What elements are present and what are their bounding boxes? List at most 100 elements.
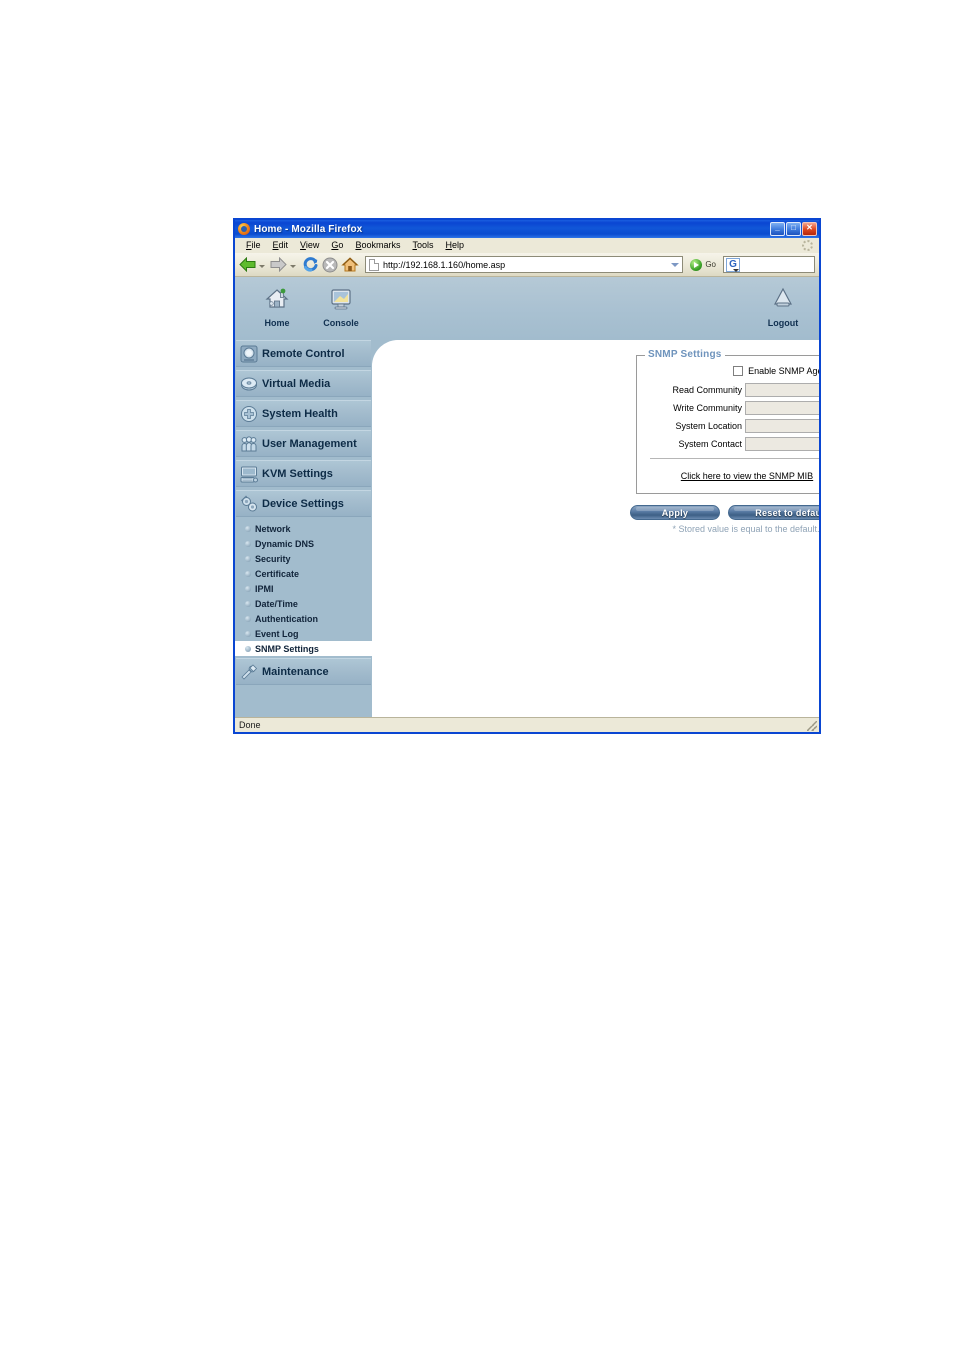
status-text: Done bbox=[239, 720, 261, 730]
menu-item-help[interactable]: Help bbox=[439, 238, 470, 253]
menu-item-edit[interactable]: Edit bbox=[267, 238, 295, 253]
banner-console-button[interactable]: Console bbox=[313, 287, 369, 328]
reset-to-defaults-button[interactable]: Reset to defaults bbox=[728, 505, 819, 520]
house-icon bbox=[341, 257, 359, 272]
tools-icon bbox=[239, 662, 258, 681]
menu-item-tools[interactable]: Tools bbox=[406, 238, 439, 253]
url-bar[interactable]: http://192.168.1.160/home.asp bbox=[365, 256, 684, 273]
sidebar-item-device-settings[interactable]: Device Settings bbox=[236, 490, 371, 517]
form-button-row: Apply Reset to defaults bbox=[630, 505, 819, 520]
go-label: Go bbox=[705, 260, 716, 269]
maximize-button[interactable]: □ bbox=[786, 222, 801, 236]
sidebar-sub-label: SNMP Settings bbox=[255, 643, 319, 654]
sidebar-item-kvm-settings[interactable]: KVM Settings bbox=[236, 460, 371, 487]
url-dropdown-button[interactable] bbox=[668, 257, 682, 272]
snmp-panel-legend: SNMP Settings bbox=[645, 349, 725, 360]
system-contact-input[interactable] bbox=[745, 437, 819, 451]
back-dropdown-icon[interactable] bbox=[259, 265, 265, 268]
bullet-icon bbox=[245, 555, 251, 562]
bullet-icon bbox=[245, 525, 251, 532]
sidebar-sub-label: Network bbox=[255, 523, 291, 534]
sidebar-item-security[interactable]: Security bbox=[235, 551, 372, 566]
resize-grip-icon[interactable] bbox=[807, 721, 817, 731]
sidebar-item-virtual-media[interactable]: Virtual Media bbox=[236, 370, 371, 397]
snmp-settings-panel: SNMP Settings Enable SNMP Agent * Read C… bbox=[636, 349, 819, 494]
title-bar: Home - Mozilla Firefox _ □ ✕ bbox=[235, 220, 819, 238]
close-button[interactable]: ✕ bbox=[802, 222, 817, 236]
mib-link-row: Click here to view the SNMP MIB bbox=[646, 466, 819, 484]
bullet-icon bbox=[245, 540, 251, 547]
back-button[interactable] bbox=[239, 256, 256, 273]
sidebar-item-remote-control[interactable]: Remote Control bbox=[236, 340, 371, 367]
menu-label: ile bbox=[251, 240, 261, 250]
menu-item-go[interactable]: Go bbox=[325, 238, 349, 253]
sidebar-item-date-time[interactable]: Date/Time bbox=[235, 596, 372, 611]
sidebar-sub-label: Authentication bbox=[255, 613, 318, 624]
menu-item-file[interactable]: File bbox=[240, 238, 267, 253]
users-icon bbox=[239, 434, 258, 453]
sidebar-item-network[interactable]: Network bbox=[235, 521, 372, 536]
sidebar-item-ipmi[interactable]: IPMI bbox=[235, 581, 372, 596]
system-contact-label: System Contact bbox=[678, 439, 742, 449]
sidebar-item-system-health[interactable]: System Health bbox=[236, 400, 371, 427]
go-button[interactable]: Go bbox=[687, 258, 719, 271]
panel-divider bbox=[650, 458, 819, 459]
banner-logout-button[interactable]: Logout bbox=[755, 287, 811, 328]
sidebar-item-dynamic-dns[interactable]: Dynamic DNS bbox=[235, 536, 372, 551]
menu-label: o bbox=[338, 240, 344, 250]
menu-label: dit bbox=[278, 240, 289, 250]
status-bar: Done bbox=[235, 717, 819, 732]
stored-value-note: * Stored value is equal to the default. bbox=[672, 524, 819, 534]
banner-console-label: Console bbox=[323, 318, 359, 328]
chevron-down-icon bbox=[671, 262, 680, 267]
field-row-system-location: System Location * bbox=[646, 419, 819, 433]
menu-item-bookmarks[interactable]: Bookmarks bbox=[349, 238, 406, 253]
forward-dropdown-icon[interactable] bbox=[290, 265, 296, 268]
remote-control-icon bbox=[239, 344, 258, 363]
enable-snmp-checkbox[interactable] bbox=[733, 366, 744, 376]
reload-button[interactable] bbox=[301, 256, 319, 274]
write-community-input[interactable] bbox=[745, 401, 819, 415]
forward-arrow-icon bbox=[270, 257, 287, 272]
bullet-icon bbox=[245, 570, 251, 577]
sidebar-item-maintenance[interactable]: Maintenance bbox=[236, 658, 371, 685]
read-community-input[interactable] bbox=[745, 383, 819, 397]
bullet-icon bbox=[245, 585, 251, 592]
sidebar-item-authentication[interactable]: Authentication bbox=[235, 611, 372, 626]
snmp-mib-link[interactable]: Click here to view the SNMP MIB bbox=[681, 471, 813, 481]
banner-home-button[interactable]: Home bbox=[249, 287, 305, 328]
menu-label: elp bbox=[451, 240, 464, 250]
maximize-icon: □ bbox=[791, 223, 796, 232]
menu-label: ookmarks bbox=[361, 240, 401, 250]
url-text[interactable]: http://192.168.1.160/home.asp bbox=[383, 260, 668, 270]
apply-button[interactable]: Apply bbox=[630, 505, 720, 520]
sidebar-sub-label: Event Log bbox=[255, 628, 299, 639]
house-icon bbox=[265, 288, 289, 308]
menu-label: ools bbox=[416, 240, 434, 250]
bullet-icon bbox=[245, 630, 251, 637]
search-bar[interactable]: G bbox=[723, 256, 815, 273]
search-engine-icon[interactable]: G bbox=[726, 257, 740, 272]
minimize-button[interactable]: _ bbox=[770, 222, 785, 236]
stop-icon bbox=[322, 257, 338, 272]
throbber-icon bbox=[802, 240, 813, 251]
page-body: Remote Control Virtual Media System Heal… bbox=[235, 340, 819, 717]
bullet-icon bbox=[245, 600, 251, 607]
sidebar-item-certificate[interactable]: Certificate bbox=[235, 566, 372, 581]
sidebar-item-snmp-settings[interactable]: SNMP Settings bbox=[235, 641, 372, 656]
health-icon bbox=[239, 404, 258, 423]
browser-window: Home - Mozilla Firefox _ □ ✕ File Edit V… bbox=[233, 218, 821, 734]
system-location-input[interactable] bbox=[745, 419, 819, 433]
field-row-write-community: Write Community * bbox=[646, 401, 819, 415]
forward-button[interactable] bbox=[270, 256, 287, 273]
enable-snmp-label: Enable SNMP Agent * bbox=[748, 366, 819, 376]
sidebar-item-user-management[interactable]: User Management bbox=[236, 430, 371, 457]
sidebar-item-event-log[interactable]: Event Log bbox=[235, 626, 372, 641]
home-button[interactable] bbox=[341, 256, 359, 274]
banner-logout-label: Logout bbox=[767, 318, 799, 328]
stop-button[interactable] bbox=[321, 256, 339, 274]
menu-item-view[interactable]: View bbox=[294, 238, 325, 253]
read-community-label: Read Community bbox=[672, 385, 742, 395]
bullet-icon bbox=[245, 645, 251, 652]
sidebar-sub-label: Security bbox=[255, 553, 291, 564]
